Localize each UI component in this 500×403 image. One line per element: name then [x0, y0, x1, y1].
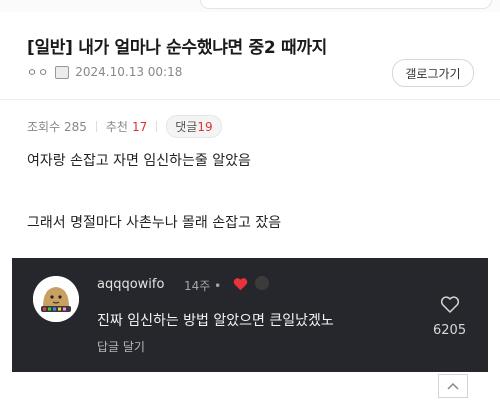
- mini-avatar: [255, 276, 269, 290]
- post-meta: ㅇㅇ 2024.10.13 00:18: [27, 64, 182, 80]
- reply-button[interactable]: 답글 달기: [97, 338, 145, 355]
- post-author[interactable]: ㅇㅇ: [27, 64, 49, 80]
- comment-card: aqqqowifo 14주 • 진짜 임신하는 방법 알았으면 큰일났겠노 답글…: [12, 258, 488, 372]
- comments-count: 19: [197, 120, 213, 134]
- comment-username[interactable]: aqqqowifo: [97, 277, 164, 292]
- comments-label: 댓글: [175, 120, 198, 134]
- top-strip-edge: [200, 0, 492, 9]
- views-count: 285: [63, 119, 87, 134]
- views-label: 조회수: [27, 120, 61, 134]
- post-body-line: 그래서 명절마다 사촌누나 몰래 손잡고 잤음: [27, 215, 282, 231]
- recommend-label: 추천: [105, 120, 128, 134]
- stats-separator: [95, 121, 97, 132]
- comment-text: 진짜 임신하는 방법 알았으면 큰일났겠노: [97, 313, 334, 329]
- avatar[interactable]: [33, 276, 79, 322]
- chevron-up-icon: [447, 382, 459, 390]
- recommend-count: 17: [131, 119, 148, 134]
- heart-icon: [233, 276, 248, 295]
- stats-separator: [156, 121, 158, 132]
- level-icon: [55, 65, 70, 79]
- comment-count-badge[interactable]: 댓글19: [166, 115, 222, 138]
- post-body-line: 여자랑 손잡고 자면 임신하는줄 알았음: [27, 153, 251, 169]
- avatar-image: [33, 276, 79, 322]
- scroll-to-top-button[interactable]: [438, 374, 468, 398]
- like-heart-outline-icon[interactable]: [440, 295, 460, 318]
- divider: [0, 99, 500, 100]
- gallog-button[interactable]: 갤로그가기: [392, 59, 474, 87]
- post-title: [일반] 내가 얼마나 순수했냐면 중2 때까지: [27, 38, 327, 58]
- post-date: 2024.10.13 00:18: [75, 65, 183, 79]
- top-strip: [0, 0, 500, 12]
- post-stats: 조회수 285 추천 17 댓글19: [27, 115, 222, 138]
- comment-time: 14주 •: [184, 279, 222, 293]
- like-count: 6205: [433, 323, 467, 338]
